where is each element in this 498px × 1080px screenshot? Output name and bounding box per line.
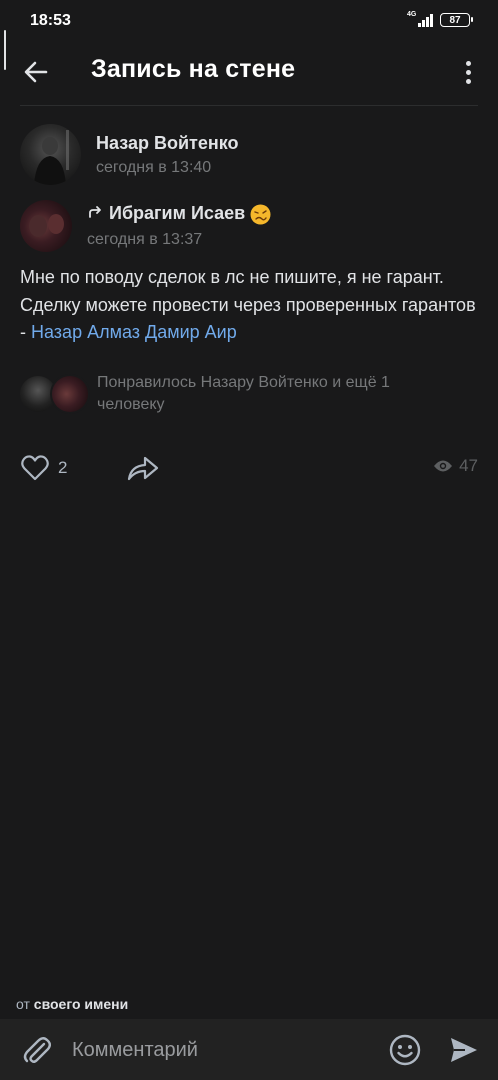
screen: 18:53 4G 87 Запись на стене Назар Войтен… xyxy=(0,0,498,1080)
likes-avatars[interactable] xyxy=(20,376,92,412)
header-divider xyxy=(20,105,478,106)
network-label: 4G xyxy=(407,11,417,18)
author-name[interactable]: Назар Войтенко xyxy=(96,133,238,154)
like-button[interactable]: 2 xyxy=(20,452,80,484)
views-indicator: 47 xyxy=(433,456,478,476)
battery-icon: 87 xyxy=(440,13,473,27)
likes-summary[interactable]: Понравилось Назару Войтенко и ещё 1 чело… xyxy=(97,372,457,416)
author-selector[interactable]: от своего имени xyxy=(0,989,498,1019)
views-count: 47 xyxy=(459,456,478,475)
from-prefix: от xyxy=(16,996,30,1012)
author-post-time: сегодня в 13:40 xyxy=(96,159,212,176)
more-vertical-icon xyxy=(465,60,471,66)
comment-composer xyxy=(0,1019,498,1080)
more-menu-button[interactable] xyxy=(458,56,478,88)
heart-icon xyxy=(21,455,49,481)
like-count: 2 xyxy=(58,458,68,477)
liker-avatar xyxy=(52,376,88,412)
post-text-link[interactable]: Назар Алмаз Дамир Аир xyxy=(31,322,237,342)
eye-icon xyxy=(434,460,453,472)
repost-author-name[interactable]: Ибрагим Исаев xyxy=(109,203,245,224)
emoji-button[interactable] xyxy=(388,1033,422,1067)
battery-level: 87 xyxy=(449,14,461,26)
smile-icon xyxy=(389,1034,421,1066)
share-icon xyxy=(127,456,159,481)
signal-icon: 4G xyxy=(407,11,433,27)
attach-button[interactable] xyxy=(20,1033,54,1067)
status-bar: 18:53 4G 87 xyxy=(0,0,498,42)
repost-post-time: сегодня в 13:37 xyxy=(87,231,203,248)
status-time: 18:53 xyxy=(30,12,71,29)
woozy-face-emoji xyxy=(250,204,271,225)
header: Запись на стене xyxy=(0,42,498,100)
repost-avatar[interactable] xyxy=(20,200,72,252)
post-text: Мне по поводу сделок в лс не пишите, я н… xyxy=(20,264,482,347)
liker-avatar xyxy=(20,376,56,412)
paperclip-icon xyxy=(23,1037,51,1063)
comment-input[interactable] xyxy=(72,1034,362,1066)
author-selector-label: от своего имени xyxy=(16,996,128,1012)
send-icon xyxy=(451,1038,477,1062)
send-button[interactable] xyxy=(448,1034,480,1066)
arrow-left-icon xyxy=(24,61,48,83)
from-value: своего имени xyxy=(33,996,129,1012)
author-avatar[interactable] xyxy=(20,124,81,185)
back-button[interactable] xyxy=(18,54,54,90)
repost-icon xyxy=(89,206,101,218)
status-indicators: 4G 87 xyxy=(407,11,473,27)
share-button[interactable] xyxy=(126,452,160,484)
page-title: Запись на стене xyxy=(91,55,296,83)
